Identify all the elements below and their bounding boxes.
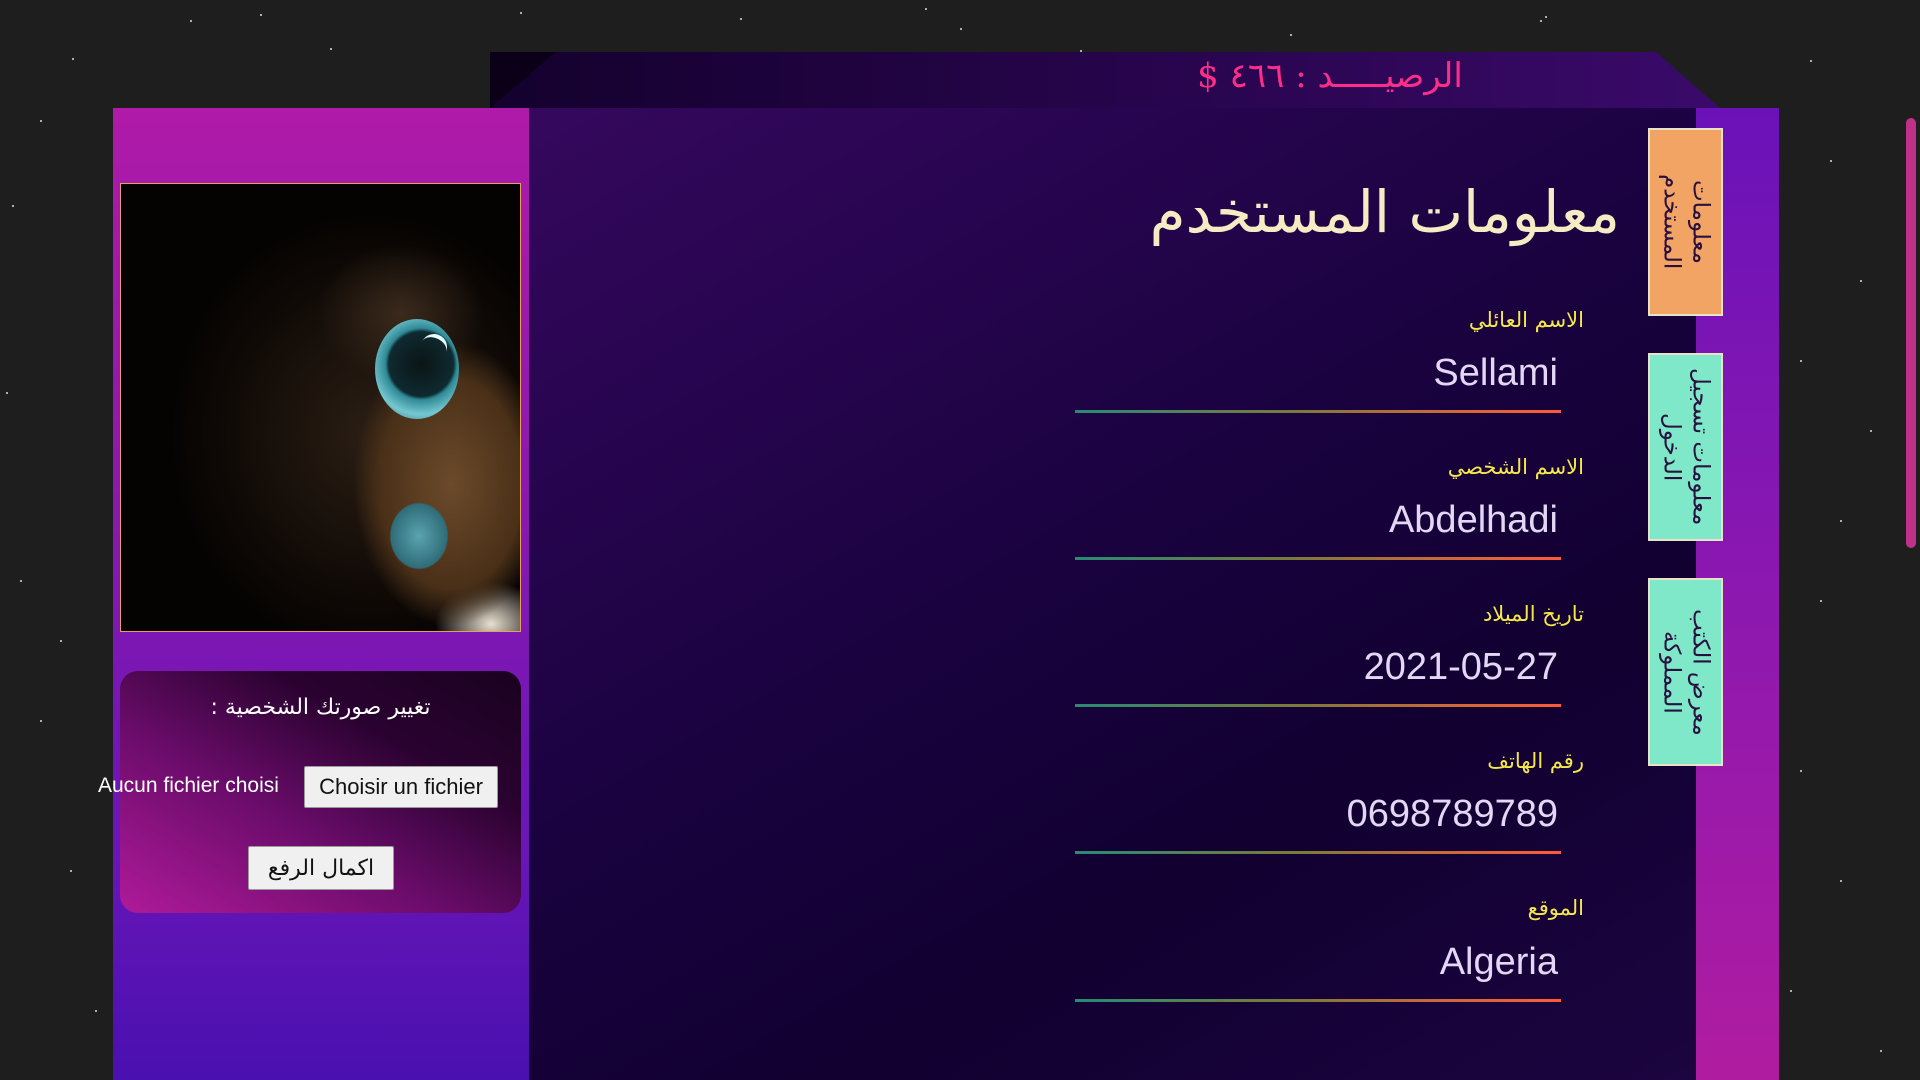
location-value: Algeria xyxy=(1439,941,1558,983)
birth-date-value: 2021-05-27 xyxy=(1363,646,1558,688)
profile-picture xyxy=(120,183,521,632)
family-name-underline xyxy=(1075,410,1561,413)
balance-display: الرصيـــــد : ٤٦٦ $ xyxy=(1197,56,1463,96)
tab-user-info[interactable]: معلومات المستخدم xyxy=(1648,128,1723,316)
birth-date-label: تاريخ الميلاد xyxy=(1482,602,1584,626)
page-title: معلومات المستخدم xyxy=(1149,178,1620,246)
phone-underline xyxy=(1075,851,1561,854)
family-name-value: Sellami xyxy=(1433,352,1558,394)
complete-upload-button[interactable]: اكمال الرفع xyxy=(248,846,394,890)
tab-owned-books[interactable]: معرض الكتب المملوكة xyxy=(1648,578,1723,766)
location-underline xyxy=(1075,999,1561,1002)
phone-value: 0698789789 xyxy=(1346,793,1558,835)
header-bar xyxy=(490,52,1720,108)
first-name-value: Abdelhadi xyxy=(1388,499,1558,541)
header-bar-notch xyxy=(490,52,556,108)
no-file-chosen-text: Aucun fichier choisi xyxy=(98,774,279,797)
page-scrollbar-thumb[interactable] xyxy=(1906,118,1916,548)
phone-label: رقم الهاتف xyxy=(1487,749,1584,773)
first-name-underline xyxy=(1075,557,1561,560)
birth-date-underline xyxy=(1075,704,1561,707)
tab-login-info-label: معلومات تسجيل الدخول xyxy=(1658,368,1714,526)
location-label: الموقع xyxy=(1527,896,1584,920)
choose-file-button[interactable]: Choisir un fichier xyxy=(304,766,498,808)
tab-login-info[interactable]: معلومات تسجيل الدخول xyxy=(1648,353,1723,541)
family-name-label: الاسم العائلي xyxy=(1468,308,1584,332)
main-content-panel xyxy=(529,108,1696,1080)
tab-user-info-label: معلومات المستخدم xyxy=(1658,174,1714,270)
first-name-label: الاسم الشخصي xyxy=(1447,455,1584,479)
tab-owned-books-label: معرض الكتب المملوكة xyxy=(1658,608,1714,736)
upload-title: تغيير صورتك الشخصية : xyxy=(210,695,431,720)
owl-eye xyxy=(375,319,459,419)
